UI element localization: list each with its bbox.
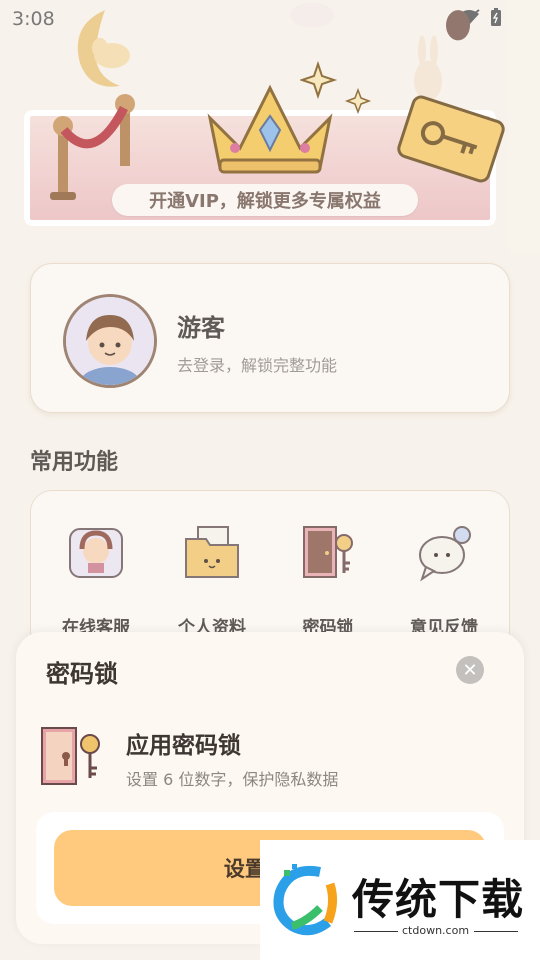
watermark-logo-icon (273, 864, 338, 936)
watermark-url: ctdown.com (402, 924, 470, 937)
app-page: 3:08 开通VIP，解锁更多专属权益 游客 去登录，解锁完整功能 常用功能 在… (0, 0, 540, 960)
watermark: 传统下载 ctdown.com (260, 840, 540, 960)
app-lock-title: 应用密码锁 (126, 733, 241, 759)
sheet-title: 密码锁 (46, 660, 118, 688)
close-icon: ✕ (462, 659, 478, 681)
watermark-text: 传统下载 (352, 875, 525, 924)
door-key-icon (41, 727, 100, 785)
watermark-divider (354, 931, 398, 932)
close-button[interactable]: ✕ (456, 656, 484, 684)
watermark-divider (474, 931, 518, 932)
app-lock-subtitle: 设置 6 位数字，保护隐私数据 (126, 770, 339, 789)
